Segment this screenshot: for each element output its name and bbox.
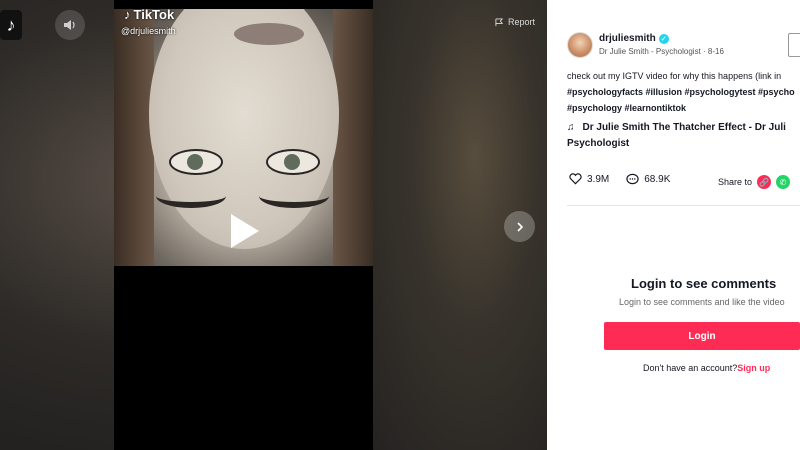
tiktok-logo-icon[interactable]: ♪: [0, 10, 22, 40]
engagement-stats: 3.9M 68.9K: [569, 173, 687, 185]
sound-button[interactable]: [55, 10, 85, 40]
video-player[interactable]: [114, 0, 373, 450]
verified-icon: ✓: [658, 33, 669, 44]
like-button[interactable]: 3.9M: [569, 173, 609, 185]
signup-prompt: Don't have an account?Sign up: [643, 363, 771, 373]
chevron-right-icon: [516, 221, 523, 232]
sound-icon: [64, 20, 75, 30]
comment-count: 68.9K: [644, 173, 671, 185]
side-panel: drjuliesmith ✓ Dr Julie Smith - Psycholo…: [547, 0, 800, 450]
follow-button[interactable]: [788, 33, 800, 57]
author-subline: Dr Julie Smith - Psychologist · 8-16: [599, 47, 724, 56]
tiktok-watermark: ♪ TikTok: [124, 7, 175, 22]
play-icon[interactable]: [231, 214, 259, 248]
video-poster: [114, 9, 373, 266]
hashtags[interactable]: #psychology #learnontiktok: [567, 100, 800, 116]
login-button[interactable]: Login: [604, 322, 800, 350]
like-count: 3.9M: [587, 173, 610, 185]
tiktok-logo-icon: ♪: [124, 7, 131, 22]
link-icon[interactable]: 🔗: [757, 175, 772, 189]
comment-icon: [626, 173, 639, 185]
music-note-icon: ♫: [567, 122, 575, 133]
share-label: Share to: [718, 177, 753, 187]
author-username[interactable]: drjuliesmith ✓: [599, 33, 669, 44]
comments-login-title: Login to see comments: [631, 276, 777, 291]
hashtags[interactable]: #psychologyfacts #illusion #psychologyte…: [567, 84, 800, 100]
signup-link[interactable]: Sign up: [737, 363, 770, 373]
divider: [567, 205, 800, 206]
whatsapp-icon[interactable]: ✆: [776, 175, 791, 189]
avatar[interactable]: [567, 32, 593, 58]
face-image: [149, 9, 339, 249]
watermark-username: @drjuliesmith: [121, 26, 176, 36]
next-video-button[interactable]: [504, 211, 535, 242]
comment-button[interactable]: 68.9K: [626, 173, 670, 185]
report-button[interactable]: Report: [495, 17, 535, 27]
share-row: Share to 🔗 ✆: [718, 175, 791, 189]
heart-icon: [569, 173, 582, 185]
flag-icon: [495, 17, 504, 26]
report-label: Report: [508, 17, 536, 27]
comments-login-subtitle: Login to see comments and like the video: [619, 297, 785, 307]
video-caption: check out my IGTV video for why this hap…: [567, 68, 800, 116]
music-info[interactable]: ♫ Dr Julie Smith The Thatcher Effect - D…: [567, 120, 786, 152]
